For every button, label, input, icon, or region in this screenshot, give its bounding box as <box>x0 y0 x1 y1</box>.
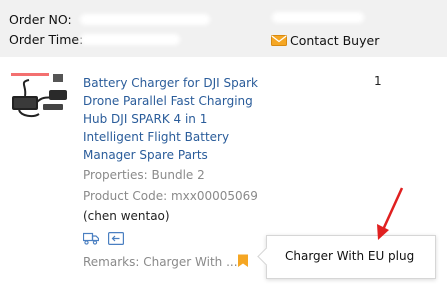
order-no-label: Order NO: <box>9 12 72 27</box>
return-icon[interactable] <box>108 232 124 245</box>
tooltip-pointer <box>257 247 276 266</box>
product-properties: Properties: Bundle 2 <box>83 168 205 182</box>
product-thumbnail[interactable] <box>9 72 71 124</box>
mail-icon <box>271 35 287 46</box>
product-quantity: 1 <box>374 74 382 88</box>
redacted-field <box>272 12 364 23</box>
order-header: Order NO: Order Time: Contact Buyer <box>0 0 447 57</box>
tooltip-text: Charger With EU plug <box>285 249 415 263</box>
remarks-text: Remarks: Charger With ... <box>83 255 238 269</box>
bookmark-icon[interactable] <box>237 254 249 268</box>
contact-buyer-label: Contact Buyer <box>290 33 380 48</box>
contact-buyer-link[interactable]: Contact Buyer <box>271 33 379 48</box>
product-title-line: Battery Charger for DJI Spark <box>83 76 258 90</box>
redacted-order-no <box>80 14 210 25</box>
order-action-icons <box>83 232 124 245</box>
remarks-tooltip: Charger With EU plug <box>257 235 436 279</box>
order-time-label: Order Time: <box>9 32 84 47</box>
product-title-link[interactable]: Battery Charger for DJI Spark Drone Para… <box>83 74 273 164</box>
truck-icon[interactable] <box>83 232 99 245</box>
redacted-order-time <box>80 34 180 45</box>
seller-name: (chen wentao) <box>83 209 170 223</box>
product-title-line: Hub DJI SPARK 4 in 1 <box>83 112 208 126</box>
product-title-line: Manager Spare Parts <box>83 148 208 162</box>
product-code: Product Code: mxx00005069 <box>83 189 258 203</box>
product-title-line: Intelligent Flight Battery <box>83 130 230 144</box>
product-title-line: Drone Parallel Fast Charging <box>83 94 253 108</box>
